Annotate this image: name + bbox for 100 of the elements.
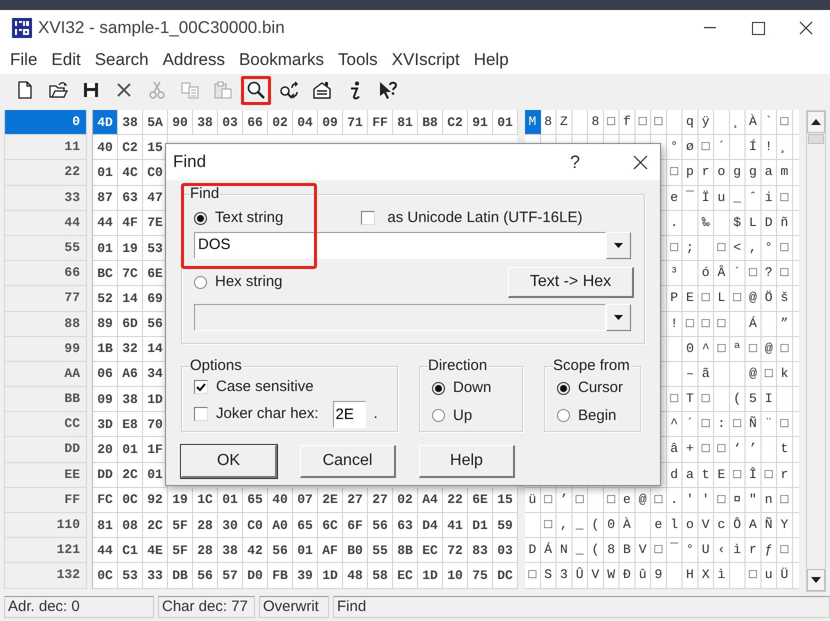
char-cell[interactable]: □: [777, 336, 793, 361]
char-cell[interactable]: ´: [682, 412, 698, 436]
search-text-field[interactable]: DOS: [194, 232, 606, 259]
char-cell[interactable]: □: [525, 563, 541, 588]
menu-item[interactable]: Edit: [45, 47, 87, 73]
offset-cell[interactable]: 0: [4, 110, 87, 136]
char-cell[interactable]: □: [777, 412, 793, 436]
scroll-thumb[interactable]: [808, 134, 824, 144]
char-cell[interactable]: D: [761, 210, 778, 235]
text-to-hex-button[interactable]: Text -> Hex: [508, 267, 634, 298]
char-cell[interactable]: Z: [556, 110, 572, 134]
hex-cell[interactable]: 1D: [318, 563, 343, 589]
char-cell[interactable]: f: [620, 110, 636, 134]
char-cell[interactable]: I: [761, 387, 778, 412]
char-cell[interactable]: ”: [777, 312, 793, 336]
char-cell[interactable]: Ñ: [746, 412, 762, 436]
char-cell[interactable]: Y: [777, 513, 793, 538]
char-cell[interactable]: @: [746, 362, 762, 386]
char-cell[interactable]: □: [666, 160, 683, 185]
offset-cell[interactable]: 44: [4, 210, 87, 236]
char-cell[interactable]: $: [730, 210, 746, 235]
offset-cell[interactable]: 121: [4, 538, 87, 564]
offset-cell[interactable]: DD: [4, 437, 87, 463]
char-cell[interactable]: o: [682, 513, 698, 538]
char-cell[interactable]: r: [746, 538, 762, 562]
menu-item[interactable]: Tools: [332, 47, 384, 73]
char-cell[interactable]: □: [604, 110, 620, 134]
char-cell[interactable]: ’: [746, 437, 762, 462]
char-cell[interactable]: ‰: [698, 210, 714, 235]
char-cell[interactable]: □: [540, 513, 556, 538]
char-cell[interactable]: ì: [714, 563, 730, 588]
hex-cell[interactable]: 56: [193, 563, 218, 589]
hex-cell[interactable]: 0C: [93, 563, 118, 589]
char-cell[interactable]: +: [682, 437, 698, 462]
char-cell[interactable]: □: [698, 387, 714, 412]
hex-cell[interactable]: 58: [368, 563, 393, 589]
offset-cell[interactable]: CC: [4, 412, 87, 438]
char-cell[interactable]: ø: [682, 135, 698, 160]
dropdown-button[interactable]: [606, 232, 631, 259]
char-cell[interactable]: Ñ: [761, 513, 777, 538]
char-cell[interactable]: □: [777, 236, 793, 260]
char-cell[interactable]: i: [761, 186, 778, 210]
toolbar-button[interactable]: [241, 76, 271, 104]
radio-option[interactable]: Cursor: [557, 377, 630, 400]
char-cell[interactable]: S: [540, 563, 556, 588]
char-cell[interactable]: `: [761, 110, 777, 134]
char-cell[interactable]: Â: [714, 261, 730, 286]
radio-option[interactable]: Text string: [194, 206, 284, 230]
char-cell[interactable]: 8: [588, 110, 604, 134]
char-cell[interactable]: ¨: [761, 412, 778, 436]
char-cell[interactable]: ;: [682, 236, 698, 260]
char-cell[interactable]: □: [777, 186, 793, 210]
char-cell[interactable]: D: [525, 538, 541, 562]
char-cell[interactable]: V: [588, 563, 604, 588]
char-cell[interactable]: a: [682, 462, 698, 487]
offset-cell[interactable]: 77: [4, 286, 87, 312]
char-cell[interactable]: □: [698, 286, 714, 310]
char-cell[interactable]: t: [698, 462, 714, 487]
menu-item[interactable]: Help: [468, 47, 515, 73]
char-cell[interactable]: □: [777, 538, 793, 562]
char-cell[interactable]: °: [666, 135, 683, 160]
char-cell[interactable]: ó: [698, 261, 714, 286]
char-cell[interactable]: o: [714, 160, 730, 185]
char-cell[interactable]: e: [666, 186, 683, 210]
radio-option[interactable]: Down: [432, 377, 512, 400]
char-cell[interactable]: (: [588, 538, 604, 562]
char-cell[interactable]: B: [620, 538, 636, 562]
char-cell[interactable]: □: [714, 236, 730, 260]
offset-cell[interactable]: 22: [4, 160, 87, 186]
char-cell[interactable]: □: [714, 336, 730, 361]
offset-cell[interactable]: 55: [4, 236, 87, 262]
char-cell[interactable]: V: [635, 538, 651, 562]
offset-cell[interactable]: 132: [4, 563, 87, 589]
hex-cell[interactable]: 33: [143, 563, 168, 589]
offset-cell[interactable]: AA: [4, 362, 87, 388]
char-cell[interactable]: !: [761, 135, 778, 160]
hex-cell[interactable]: EC: [393, 563, 418, 589]
char-cell[interactable]: n: [761, 488, 777, 512]
char-cell[interactable]: ˆ: [746, 186, 762, 210]
char-cell[interactable]: ^: [698, 336, 714, 361]
char-cell[interactable]: □: [777, 110, 793, 134]
hex-cell[interactable]: 10: [443, 563, 468, 589]
offset-cell[interactable]: 99: [4, 336, 87, 362]
char-cell[interactable]: c: [714, 513, 730, 538]
char-cell[interactable]: A: [746, 513, 762, 538]
radio-option[interactable]: Up: [432, 404, 512, 427]
char-cell[interactable]: ': [698, 488, 714, 512]
char-cell[interactable]: Û: [572, 563, 588, 588]
scroll-up-button[interactable]: [807, 111, 825, 133]
char-cell[interactable]: t: [777, 437, 793, 462]
char-cell[interactable]: □: [698, 412, 714, 436]
char-cell[interactable]: □: [730, 286, 746, 310]
char-cell[interactable]: W: [604, 563, 620, 588]
offset-cell[interactable]: 11: [4, 135, 87, 160]
char-cell[interactable]: :: [714, 412, 730, 436]
char-cell[interactable]: □: [730, 412, 746, 436]
char-cell[interactable]: 9: [651, 563, 667, 588]
menu-item[interactable]: File: [4, 47, 44, 73]
scroll-down-button[interactable]: [807, 569, 825, 591]
char-cell[interactable]: a: [761, 160, 778, 185]
